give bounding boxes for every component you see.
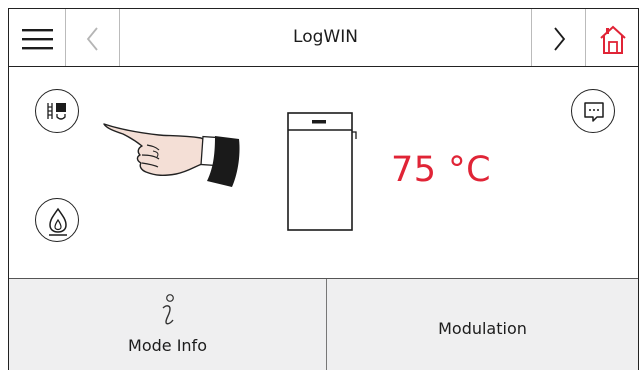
- info-icon: [162, 294, 174, 325]
- message-button[interactable]: [571, 89, 615, 133]
- menu-button[interactable]: [9, 9, 66, 66]
- forward-button[interactable]: [531, 9, 586, 66]
- flame-icon: [49, 207, 67, 236]
- back-button[interactable]: [66, 9, 120, 66]
- logwin-panel: LogWIN 75 °C Mode Info Modulation: [8, 8, 639, 370]
- header-bar: LogWIN: [9, 9, 638, 67]
- temperature-readout: 75 °C: [391, 150, 492, 190]
- mode-info-label: Mode Info: [128, 336, 207, 355]
- pointing-hand-icon: [103, 123, 240, 187]
- chevron-left-icon: [86, 27, 98, 51]
- modulation-label: Modulation: [438, 319, 527, 338]
- main-area: 75 °C: [9, 66, 638, 278]
- modulation-tab[interactable]: Modulation: [327, 279, 638, 370]
- heating-circuit-button[interactable]: [35, 89, 79, 133]
- chevron-right-icon: [554, 27, 566, 51]
- boiler-icon: [287, 112, 357, 231]
- page-title: LogWIN: [293, 27, 358, 47]
- heating-circuit-icon: [47, 103, 66, 120]
- home-icon: [600, 25, 626, 54]
- message-icon: [584, 102, 604, 122]
- bottom-tab-bar: Mode Info Modulation: [9, 278, 638, 370]
- hamburger-menu-icon: [22, 29, 53, 50]
- mode-info-tab[interactable]: Mode Info: [9, 279, 327, 370]
- home-button[interactable]: [586, 9, 640, 66]
- flame-button[interactable]: [35, 198, 79, 242]
